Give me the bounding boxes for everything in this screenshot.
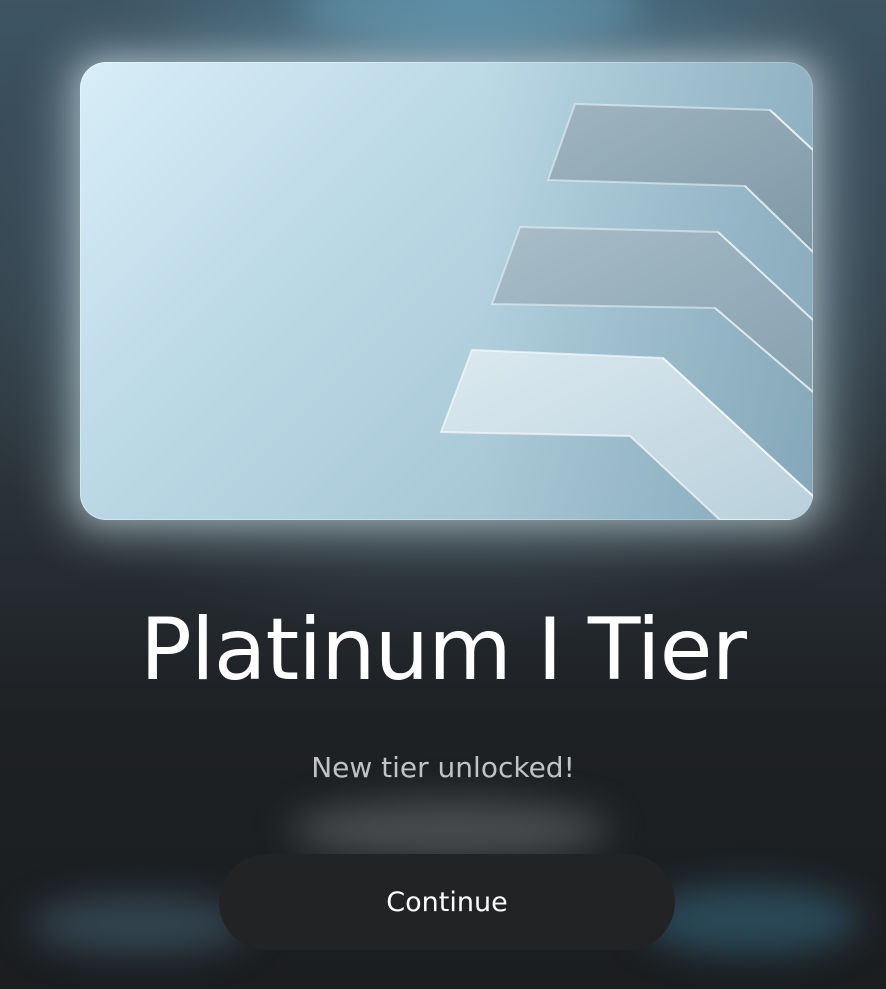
background-glow-left <box>30 895 250 955</box>
tier-subtitle: New tier unlocked! <box>311 751 575 784</box>
background-glow-mid <box>290 800 610 860</box>
tier-chevrons-icon <box>80 62 813 520</box>
tier-unlocked-screen: Platinum I Tier New tier unlocked! Conti… <box>0 0 886 989</box>
tier-title: Platinum I Tier <box>140 600 747 700</box>
continue-button[interactable]: Continue <box>219 854 675 950</box>
tier-card <box>80 62 813 520</box>
background-glow-top <box>300 0 640 50</box>
